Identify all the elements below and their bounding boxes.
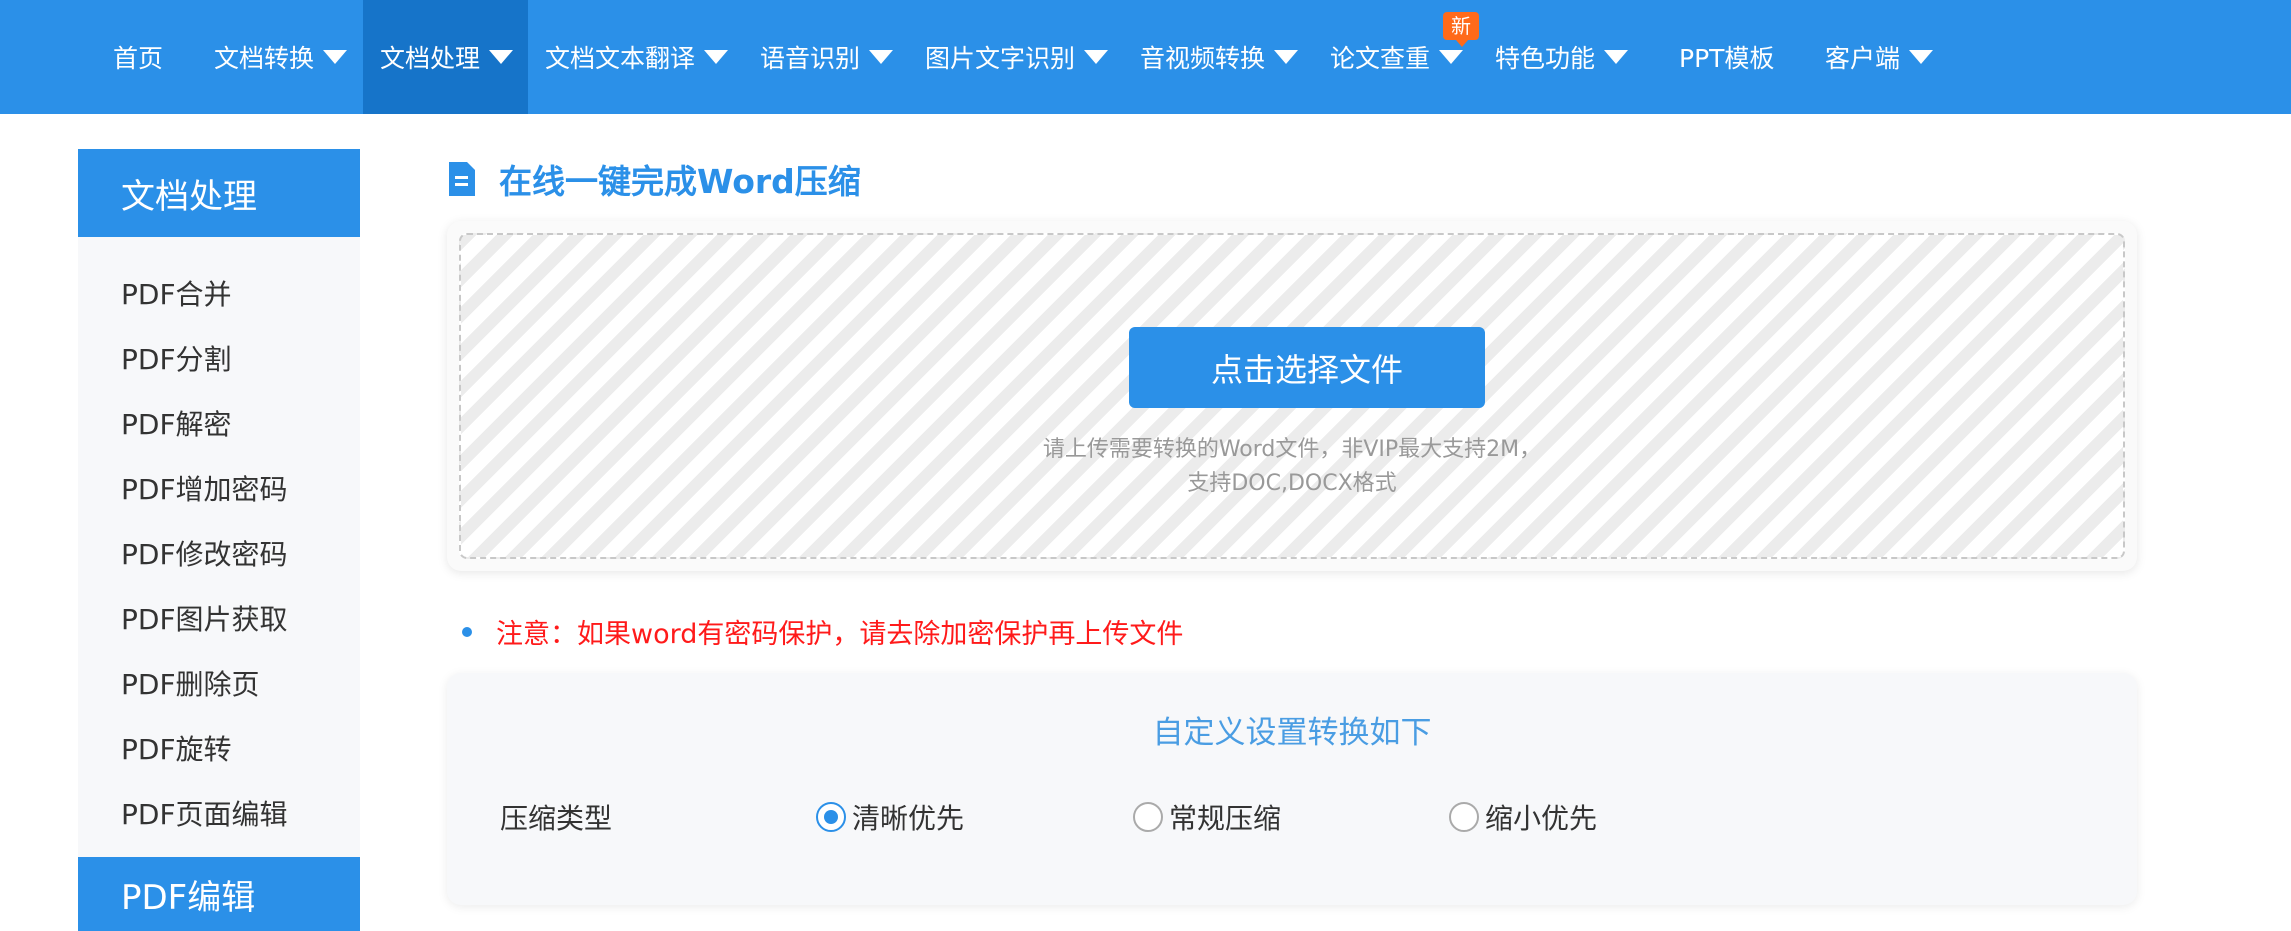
select-file-button[interactable]: 点击选择文件 (1129, 327, 1485, 408)
page-title: 在线一键完成Word压缩 (499, 162, 861, 201)
nav-item-label: 文档文本翻译 (545, 44, 696, 73)
sidebar-item-pdf-merge[interactable]: PDF合并 (121, 273, 232, 313)
radio-unchecked-icon (1449, 802, 1479, 832)
sidebar-item-pdf-page-edit[interactable]: PDF页面编辑 (121, 793, 288, 833)
chevron-down-icon (323, 50, 348, 64)
nav-item-client[interactable]: 客户端 (1825, 0, 1934, 114)
new-badge: 新 (1443, 12, 1479, 47)
nav-item-label: 文档转换 (214, 44, 315, 73)
chevron-down-icon (1909, 50, 1934, 64)
upload-hint-line2: 支持DOC,DOCX格式 (1187, 471, 1397, 496)
radio-label: 清晰优先 (852, 802, 965, 835)
upload-dropzone[interactable]: 点击选择文件 请上传需要转换的Word文件，非VIP最大支持2M， 支持DOC,… (447, 221, 2137, 571)
top-navigation: 首页 文档转换 文档处理 文档文本翻译 语音识别 图片文字识别 音视频转换 论文… (0, 0, 2291, 114)
radio-unchecked-icon (1133, 802, 1163, 832)
nav-item-home[interactable]: 首页 (113, 0, 163, 114)
document-icon (447, 162, 475, 196)
nav-item-label: 特色功能 (1495, 44, 1596, 73)
nav-item-label: 首页 (113, 44, 164, 73)
chevron-down-icon (1084, 50, 1109, 64)
nav-item-image-ocr[interactable]: 图片文字识别 (925, 0, 1109, 114)
notice: 注意：如果word有密码保护，请去除加密保护再上传文件 (462, 612, 1183, 651)
upload-dropzone-inner: 点击选择文件 请上传需要转换的Word文件，非VIP最大支持2M， 支持DOC,… (459, 233, 2125, 559)
nav-item-label: 客户端 (1825, 44, 1901, 73)
chevron-down-icon (1604, 50, 1629, 64)
chevron-down-icon (704, 50, 729, 64)
nav-item-label: 论文查重 (1330, 44, 1431, 73)
radio-normal-compress[interactable]: 常规压缩 (1133, 797, 1281, 837)
nav-item-label: 文档处理 (380, 44, 481, 73)
sidebar-item-pdf-add-password[interactable]: PDF增加密码 (121, 468, 288, 508)
sidebar-item-pdf-delete-pages[interactable]: PDF删除页 (121, 663, 260, 703)
settings-panel: 自定义设置转换如下 压缩类型 清晰优先 常规压缩 缩小优先 (447, 673, 2137, 905)
nav-item-label: PPT模板 (1679, 44, 1775, 73)
bullet-icon (462, 626, 472, 637)
nav-item-av-convert[interactable]: 音视频转换 (1140, 0, 1299, 114)
page-title-row: 在线一键完成Word压缩 (447, 155, 861, 203)
radio-label: 常规压缩 (1169, 802, 1282, 835)
nav-item-label: 音视频转换 (1140, 44, 1266, 73)
settings-title: 自定义设置转换如下 (1152, 715, 1432, 751)
nav-item-doc-convert[interactable]: 文档转换 (214, 0, 348, 114)
radio-smaller-first[interactable]: 缩小优先 (1449, 797, 1597, 837)
nav-item-doc-process[interactable]: 文档处理 (363, 0, 528, 114)
sidebar-item-pdf-split[interactable]: PDF分割 (121, 338, 232, 378)
sidebar-item-pdf-decrypt[interactable]: PDF解密 (121, 403, 232, 443)
sidebar-item-pdf-rotate[interactable]: PDF旋转 (121, 728, 232, 768)
upload-hint-line1: 请上传需要转换的Word文件，非VIP最大支持2M， (1042, 437, 1542, 462)
chevron-down-icon (1439, 50, 1464, 64)
nav-item-label: 语音识别 (760, 44, 861, 73)
notice-text: 注意：如果word有密码保护，请去除加密保护再上传文件 (496, 619, 1184, 650)
sidebar-list: PDF合并 PDF分割 PDF解密 PDF增加密码 PDF修改密码 PDF图片获… (78, 237, 360, 857)
nav-item-special-features[interactable]: 特色功能 (1495, 0, 1629, 114)
nav-item-label: 图片文字识别 (925, 44, 1076, 73)
chevron-down-icon (1274, 50, 1299, 64)
sidebar-item-pdf-change-password[interactable]: PDF修改密码 (121, 533, 288, 573)
radio-label: 缩小优先 (1485, 802, 1598, 835)
nav-item-speech-recognition[interactable]: 语音识别 (760, 0, 894, 114)
nav-item-ppt-templates[interactable]: PPT模板 (1679, 0, 1774, 114)
sidebar-item-pdf-extract-images[interactable]: PDF图片获取 (121, 598, 288, 638)
sidebar-section-pdf-edit[interactable]: PDF编辑 (78, 857, 360, 931)
nav-item-doc-translate[interactable]: 文档文本翻译 (545, 0, 729, 114)
radio-clarity-first[interactable]: 清晰优先 (816, 797, 964, 837)
sidebar-section-title[interactable]: 文档处理 (78, 149, 360, 237)
compression-type-label: 压缩类型 (500, 802, 613, 835)
chevron-down-icon (869, 50, 894, 64)
radio-checked-icon (816, 802, 846, 832)
chevron-down-icon (489, 50, 514, 64)
